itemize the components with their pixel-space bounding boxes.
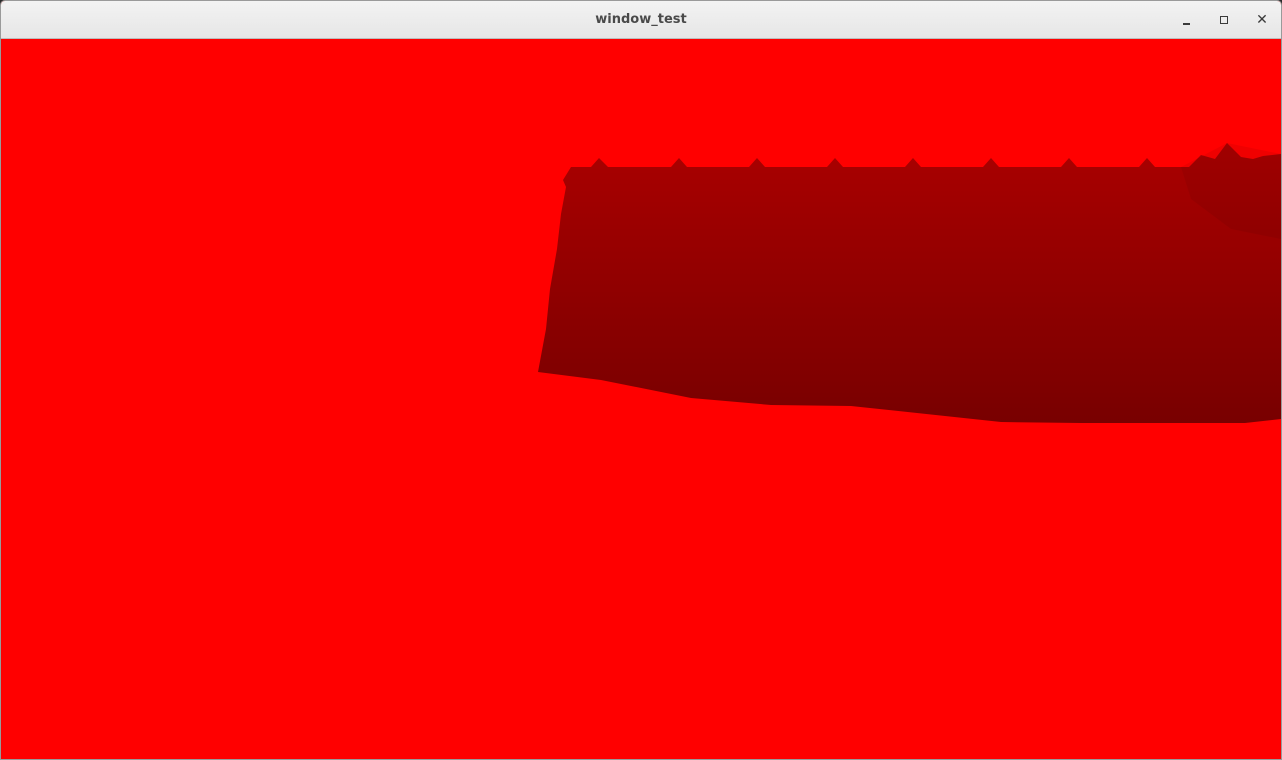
close-button[interactable]: ✕ <box>1251 10 1273 30</box>
maximize-button[interactable] <box>1213 10 1235 30</box>
window-title: window_test <box>595 12 687 27</box>
dark-red-terrain-shape <box>538 143 1281 423</box>
scene-svg <box>1 39 1281 759</box>
minimize-button[interactable] <box>1175 10 1197 30</box>
minimize-icon <box>1182 22 1190 25</box>
render-canvas[interactable] <box>1 39 1281 759</box>
application-window: window_test ✕ <box>0 0 1282 760</box>
title-bar[interactable]: window_test ✕ <box>1 1 1281 39</box>
close-icon: ✕ <box>1256 12 1268 28</box>
maximize-icon <box>1220 16 1228 24</box>
